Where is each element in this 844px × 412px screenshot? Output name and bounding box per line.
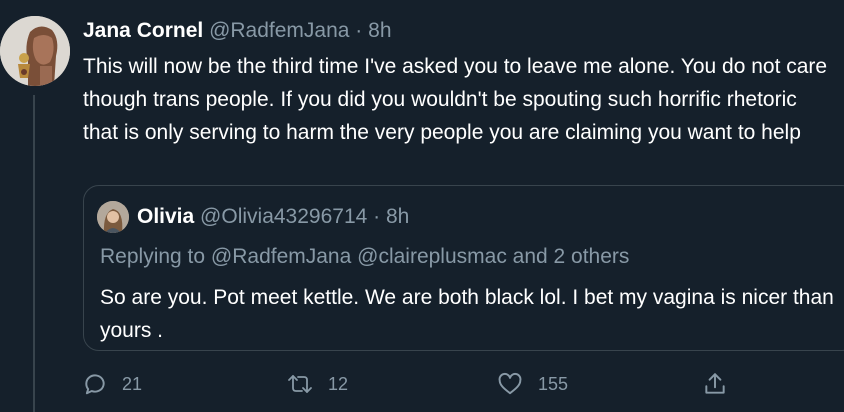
replying-to-users: @RadfemJana @claireplusmac and 2 others	[210, 245, 630, 268]
quoted-tweet-time: 8h	[386, 205, 410, 228]
retweet-icon	[286, 371, 314, 397]
reply-icon	[82, 371, 108, 397]
tweet-header: Jana Cornel @RadfemJana · 8h	[83, 14, 392, 48]
tweet-time[interactable]: 8h	[368, 19, 391, 42]
author-name[interactable]: Jana Cornel	[83, 19, 203, 42]
replying-to-prefix: Replying to	[100, 245, 206, 268]
tweet-actions: 21 12 155	[0, 366, 844, 402]
like-button[interactable]: 155	[496, 366, 568, 402]
quoted-tweet-header: Olivia @Olivia43296714 · 8h	[137, 201, 409, 233]
quoted-tweet-text: So are you. Pot meet kettle. We are both…	[100, 286, 834, 342]
retweet-button[interactable]: 12	[286, 366, 348, 402]
quoted-header-separator: ·	[373, 205, 381, 228]
replying-to-line: Replying to @RadfemJana @claireplusmac a…	[100, 241, 629, 273]
like-count: 155	[538, 373, 569, 394]
reply-count: 21	[122, 373, 143, 394]
retweet-count: 12	[328, 373, 349, 394]
share-button[interactable]	[702, 366, 728, 402]
quoted-tweet[interactable]: Olivia @Olivia43296714 · 8h Replying to …	[83, 185, 844, 351]
author-avatar[interactable]	[0, 16, 70, 86]
tweet[interactable]: Jana Cornel @RadfemJana · 8h This will n…	[0, 0, 844, 412]
heart-icon	[496, 371, 524, 397]
header-separator: ·	[355, 19, 363, 42]
tweet-text: This will now be the third time I've ask…	[83, 55, 828, 144]
author-handle[interactable]: @RadfemJana	[209, 19, 349, 42]
quoted-author-handle: @Olivia43296714	[200, 205, 368, 228]
reply-button[interactable]: 21	[82, 366, 142, 402]
thread-line	[33, 95, 35, 412]
quoted-author-name: Olivia	[137, 205, 195, 228]
quoted-author-avatar	[97, 201, 129, 233]
share-icon	[702, 371, 728, 397]
